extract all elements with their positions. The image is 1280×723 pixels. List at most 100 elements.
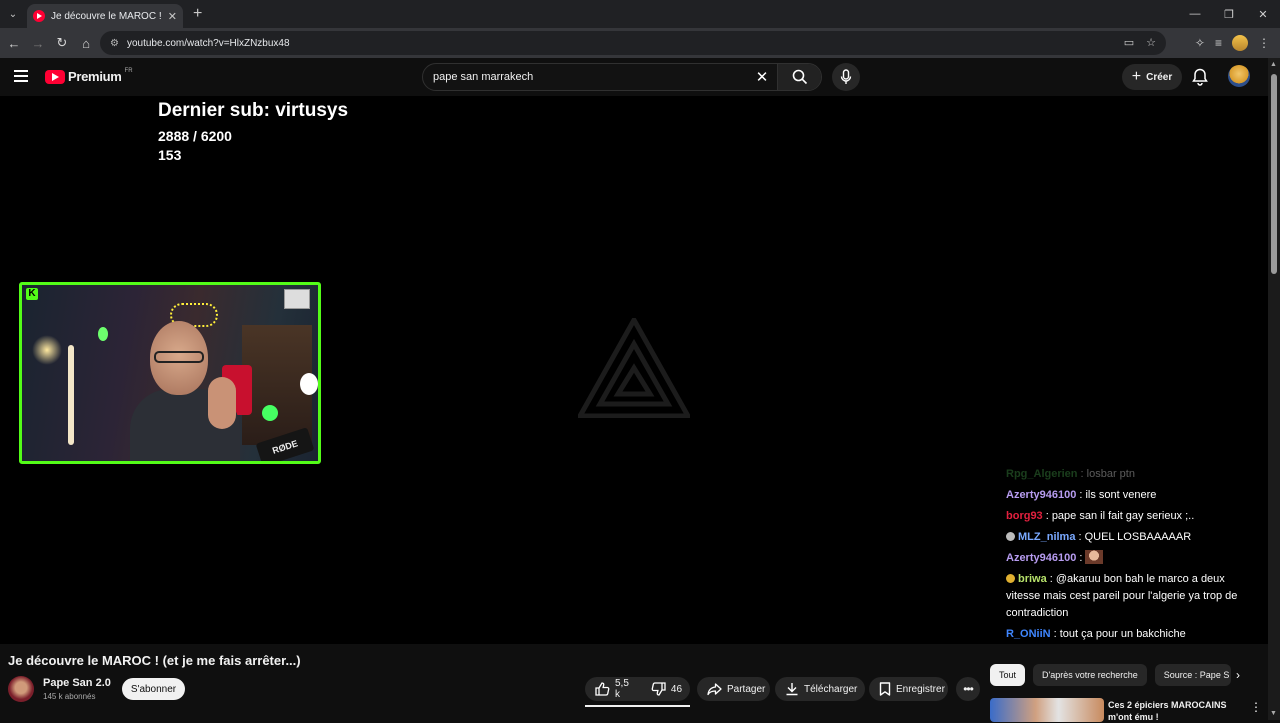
chat-message: MLZ_nilma: QUEL LOSBAAAAAR xyxy=(1006,529,1246,546)
scroll-down-icon[interactable]: ▼ xyxy=(1270,710,1277,717)
site-info-icon[interactable]: ⚙ xyxy=(110,38,119,49)
filter-chips: Tout D'après votre recherche Source : Pa… xyxy=(990,664,1231,686)
chat-text: losbar ptn xyxy=(1086,468,1135,480)
chat-message: Rpg_Algerien: losbar ptn xyxy=(1006,468,1135,480)
youtube-premium-logo[interactable]: Premium FR xyxy=(45,67,133,84)
download-label: Télécharger xyxy=(804,683,858,695)
page-scrollbar[interactable]: ▲ ▼ xyxy=(1268,58,1280,720)
wall-frame xyxy=(284,289,310,309)
tab-search-chevron-icon[interactable]: ⌄ xyxy=(3,4,23,24)
dislike-button[interactable] xyxy=(651,682,666,696)
microphone-icon xyxy=(840,69,852,84)
recommendation-menu-icon[interactable]: ⋮ xyxy=(1250,700,1262,714)
forward-arrow-icon[interactable]: → xyxy=(26,36,50,51)
search-input[interactable] xyxy=(423,64,747,90)
subscriber-count: 145 k abonnés xyxy=(43,692,96,701)
home-icon[interactable]: ⌂ xyxy=(74,36,98,51)
bookmark-icon xyxy=(879,682,891,696)
streamer xyxy=(130,321,240,461)
chat-username: Rpg_Algerien xyxy=(1006,468,1078,480)
address-bar[interactable]: ⚙ youtube.com/watch?v=HlxZNzbux48 ▭ ☆ xyxy=(100,31,1166,55)
recommendation-thumbnail[interactable] xyxy=(990,698,1104,722)
chat-text: QUEL LOSBAAAAAR xyxy=(1084,531,1192,543)
browser-tab[interactable]: Je découvre le MAROC ! (et je me fais ar… xyxy=(27,4,183,28)
share-icon xyxy=(707,682,722,695)
chat-username: briwa xyxy=(1018,573,1047,585)
window-controls: — ❐ ✕ xyxy=(1178,0,1280,28)
chip-from-search[interactable]: D'après votre recherche xyxy=(1033,664,1147,686)
plus-icon: + xyxy=(1131,68,1142,85)
search-button[interactable] xyxy=(777,64,821,90)
chip-all[interactable]: Tout xyxy=(990,664,1026,686)
save-button[interactable]: Enregistrer xyxy=(869,677,948,701)
chat-message: briwa: @akaruu bon bah le marco a deux v… xyxy=(1006,573,1238,619)
thumbs-up-icon xyxy=(595,682,610,696)
logo-region: FR xyxy=(124,67,133,74)
chat-message: R_ONiiN: tout ça pour un bakchiche xyxy=(1006,628,1186,640)
share-label: Partager xyxy=(727,683,766,695)
chips-next-chevron-icon[interactable]: › xyxy=(1236,668,1240,682)
youtube-header: Premium FR ✕ + Créer xyxy=(0,58,1268,96)
scroll-up-icon[interactable]: ▲ xyxy=(1270,61,1277,68)
reload-icon[interactable]: ↻ xyxy=(50,35,74,51)
search-icon xyxy=(792,69,807,85)
share-button[interactable]: Partager xyxy=(697,677,770,701)
chat-username: R_ONiiN xyxy=(1006,628,1051,640)
video-info: Je découvre le MAROC ! (et je me fais ar… xyxy=(0,644,1268,723)
chip-source[interactable]: Source : Pape S xyxy=(1154,664,1231,686)
cast-icon[interactable]: ▭ xyxy=(1124,36,1134,49)
more-actions-icon[interactable]: ••• xyxy=(956,677,980,701)
chat-text: ils sont venere xyxy=(1085,489,1157,501)
webcam-frame: RØDE K xyxy=(19,282,321,464)
tab-close-icon[interactable]: ✕ xyxy=(168,10,177,23)
kick-logo-icon: K xyxy=(26,288,38,300)
create-button[interactable]: + Créer xyxy=(1122,64,1182,90)
browser-tab-strip: ⌄ Je découvre le MAROC ! (et je me fais … xyxy=(0,0,1280,28)
video-title: Je découvre le MAROC ! (et je me fais ar… xyxy=(8,653,301,668)
chat-badge-icon xyxy=(1006,532,1015,541)
tab-title: Je découvre le MAROC ! (et je me fais ar… xyxy=(51,10,164,22)
scrollbar-thumb[interactable] xyxy=(1271,74,1277,274)
browser-profile-avatar[interactable] xyxy=(1232,35,1248,51)
voice-search-button[interactable] xyxy=(832,63,860,91)
bookmark-star-icon[interactable]: ☆ xyxy=(1146,36,1156,49)
download-button[interactable]: Télécharger xyxy=(775,677,865,701)
subscribe-button[interactable]: S'abonner xyxy=(122,678,185,700)
clear-search-icon[interactable]: ✕ xyxy=(747,68,777,86)
chat-message: Azerty946100: xyxy=(1006,550,1246,567)
chat-username: Azerty946100 xyxy=(1006,489,1077,501)
save-label: Enregistrer xyxy=(896,683,945,695)
last-sub-overlay: Dernier sub: virtusys xyxy=(158,100,349,121)
back-arrow-icon[interactable]: ← xyxy=(2,36,26,51)
chat-text: tout ça pour un bakchiche xyxy=(1059,628,1186,640)
minimize-icon[interactable]: — xyxy=(1178,0,1212,28)
account-avatar[interactable] xyxy=(1228,65,1250,87)
url-text: youtube.com/watch?v=HlxZNzbux48 xyxy=(126,37,290,49)
download-icon xyxy=(786,683,798,696)
like-button[interactable] xyxy=(595,682,610,696)
youtube-play-logo-icon xyxy=(45,69,65,84)
channel-name[interactable]: Pape San 2.0 xyxy=(43,677,111,689)
chat-message: Azerty946100: ils sont venere xyxy=(1006,489,1157,501)
like-dislike-group: 5,5 k 46 xyxy=(585,677,690,701)
thumbs-down-icon xyxy=(651,682,666,696)
restore-icon[interactable]: ❐ xyxy=(1212,0,1246,28)
menu-hamburger-icon[interactable] xyxy=(14,70,28,82)
youtube-favicon-icon xyxy=(33,10,45,22)
channel-avatar[interactable] xyxy=(8,676,34,702)
dislike-count: 46 xyxy=(670,683,683,695)
window-close-icon[interactable]: ✕ xyxy=(1246,0,1280,28)
browser-menu-icon[interactable]: ⋮ xyxy=(1258,36,1270,50)
notifications-button[interactable] xyxy=(1192,68,1208,91)
extensions-puzzle-icon[interactable]: ✧ xyxy=(1195,36,1205,50)
like-count: 5,5 k xyxy=(615,678,629,700)
chat-username: borg93 xyxy=(1006,510,1043,522)
media-control-icon[interactable]: ≡ xyxy=(1215,36,1222,50)
recommendation-title[interactable]: Ces 2 épiciers MAROCAINS m'ont ému ! xyxy=(1108,699,1238,723)
chat-emote-icon xyxy=(1085,550,1104,564)
bell-icon xyxy=(1192,68,1208,86)
video-player[interactable]: Dernier sub: virtusys 2888 / 6200 153 RØ… xyxy=(0,96,1268,644)
new-tab-icon[interactable]: + xyxy=(193,5,202,23)
sub-goal-overlay: 2888 / 6200 xyxy=(158,128,232,144)
chat-text: pape san il fait gay serieux ;.. xyxy=(1051,510,1195,522)
